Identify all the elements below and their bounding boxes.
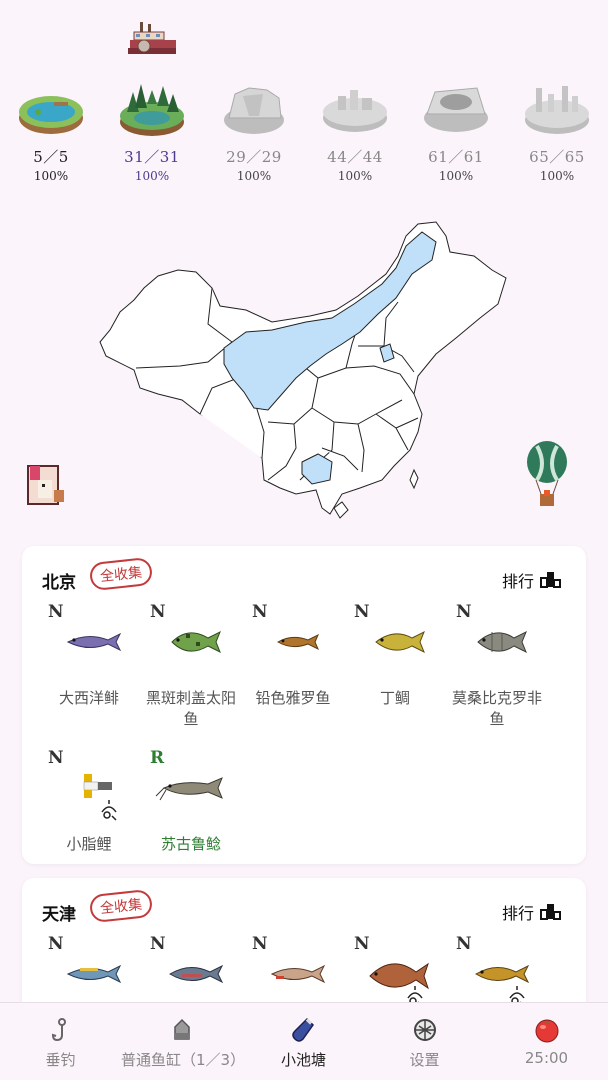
tab-fish-tank[interactable]: 普通鱼缸（1／3） bbox=[121, 1003, 246, 1080]
rank-button[interactable]: 排行 bbox=[502, 568, 534, 592]
bottom-tab-bar: 垂钓 普通鱼缸（1／3） 小池塘 设置 25:00 bbox=[0, 1002, 608, 1080]
sparkle-icon bbox=[101, 800, 117, 821]
tomato-timer-icon bbox=[535, 1019, 558, 1043]
tab-settings[interactable]: 设置 bbox=[364, 1003, 485, 1080]
rarity-label: R bbox=[150, 748, 165, 768]
rank-button[interactable]: 排行 bbox=[502, 900, 534, 924]
fish-name: 黑斑刺盖太阳鱼 bbox=[145, 689, 236, 728]
fish-card[interactable]: N 小脂鲤 bbox=[38, 748, 140, 866]
tench-icon bbox=[375, 630, 425, 654]
fish-sprite-icon bbox=[66, 964, 122, 984]
tilapia-icon bbox=[477, 630, 527, 654]
podium-icon[interactable] bbox=[540, 570, 562, 588]
fish-name: 丁鲷 bbox=[379, 689, 410, 707]
fish-name: 小脂鲤 bbox=[66, 835, 112, 853]
island-ruins[interactable]: 65／65 100% bbox=[506, 78, 608, 183]
rarity-label: N bbox=[354, 934, 370, 954]
fish-card[interactable]: N 丁鲷 bbox=[344, 602, 446, 720]
pond-island-icon bbox=[19, 96, 83, 134]
rarity-label: N bbox=[48, 748, 64, 768]
rarity-label: N bbox=[252, 934, 268, 954]
fish-name: 苏古鲁鲶 bbox=[160, 835, 221, 853]
fish-card[interactable]: N 大西洋鲱 bbox=[38, 602, 140, 720]
island-percent: 100% bbox=[236, 169, 272, 183]
fish-name: 莫桑比克罗非鱼 bbox=[451, 689, 542, 728]
rarity-label: N bbox=[252, 602, 268, 622]
city-name: 北京 bbox=[42, 573, 76, 593]
tab-pond[interactable]: 小池塘 bbox=[243, 1003, 364, 1080]
island-percent: 100% bbox=[33, 169, 69, 183]
island-count: 65／65 bbox=[529, 148, 585, 166]
tab-label: 普通鱼缸（1／3） bbox=[121, 1051, 246, 1069]
rarity-label: N bbox=[48, 934, 64, 954]
tab-fishing[interactable]: 垂钓 bbox=[0, 1003, 121, 1080]
rarity-label: N bbox=[150, 934, 166, 954]
tab-label: 设置 bbox=[409, 1051, 440, 1069]
tab-label: 垂钓 bbox=[45, 1051, 76, 1069]
tab-timer[interactable]: 25:00 bbox=[486, 1003, 607, 1080]
leaden-dace-icon bbox=[276, 633, 319, 651]
island-crater[interactable]: 61／61 100% bbox=[405, 78, 507, 183]
city-name: 天津 bbox=[42, 905, 76, 925]
fishing-hook-icon bbox=[51, 1018, 66, 1042]
city-card-beijing: 北京 全收集 排行 N 大西洋鲱 N 黑斑刺盖太阳鱼 N 铅色雅罗鱼 N 丁鲷 … bbox=[22, 546, 586, 864]
tab-label: 小池塘 bbox=[280, 1051, 326, 1069]
fish-card[interactable]: N 黑斑刺盖太阳鱼 bbox=[140, 602, 242, 728]
pond-bottle-icon bbox=[291, 1017, 314, 1042]
podium-icon[interactable] bbox=[540, 902, 562, 920]
island-count: 5／5 bbox=[33, 148, 69, 166]
island-percent: 100% bbox=[438, 169, 474, 183]
island-count: 31／31 bbox=[124, 148, 180, 166]
complete-stamp: 全收集 bbox=[88, 556, 154, 592]
island-city[interactable]: 44／44 100% bbox=[304, 78, 406, 183]
tab-label: 25:00 bbox=[524, 1049, 569, 1067]
island-canyon[interactable]: 29／29 100% bbox=[203, 78, 305, 183]
island-percent: 100% bbox=[337, 169, 373, 183]
pixel-character-icon[interactable] bbox=[24, 462, 70, 508]
island-forest[interactable]: 31／31 100% bbox=[101, 78, 203, 183]
island-percent: 100% bbox=[539, 169, 575, 183]
island-selector: 5／5 100% 31／31 100% 29／29 100% 44／44 100… bbox=[0, 78, 608, 190]
fish-card[interactable]: R 苏古鲁鲶 bbox=[140, 748, 242, 866]
complete-stamp: 全收集 bbox=[88, 888, 154, 924]
atlantic-herring-icon bbox=[66, 632, 122, 652]
china-map[interactable] bbox=[96, 218, 516, 522]
paddle-steamer-icon bbox=[128, 22, 176, 54]
rarity-label: N bbox=[456, 602, 472, 622]
island-pond[interactable]: 5／5 100% bbox=[0, 78, 102, 183]
island-count: 29／29 bbox=[226, 148, 282, 166]
fish-sprite-icon bbox=[169, 964, 224, 984]
ruins-island-icon bbox=[525, 86, 589, 134]
rarity-label: N bbox=[354, 602, 370, 622]
island-count: 61／61 bbox=[428, 148, 484, 166]
catfish-icon bbox=[155, 777, 223, 801]
fish-card[interactable]: N 铅色雅罗鱼 bbox=[242, 602, 344, 720]
forest-island-icon bbox=[120, 84, 184, 136]
fish-name: 铅色雅罗鱼 bbox=[255, 689, 331, 707]
fish-card[interactable]: N 莫桑比克罗非鱼 bbox=[446, 602, 548, 728]
canyon-island-icon bbox=[224, 87, 284, 134]
settings-icon bbox=[413, 1019, 436, 1041]
island-percent: 100% bbox=[134, 169, 170, 183]
fish-tank-icon bbox=[173, 1018, 190, 1040]
fish-sprite-icon bbox=[270, 964, 326, 984]
crater-island-icon bbox=[424, 87, 488, 132]
hot-air-balloon-icon[interactable] bbox=[524, 440, 570, 510]
city-island-icon bbox=[323, 90, 387, 132]
rarity-label: N bbox=[48, 602, 64, 622]
island-count: 44／44 bbox=[327, 148, 383, 166]
rarity-label: N bbox=[150, 602, 166, 622]
fish-name: 大西洋鲱 bbox=[58, 689, 119, 707]
sunfish-icon bbox=[171, 630, 221, 654]
rarity-label: N bbox=[456, 934, 472, 954]
